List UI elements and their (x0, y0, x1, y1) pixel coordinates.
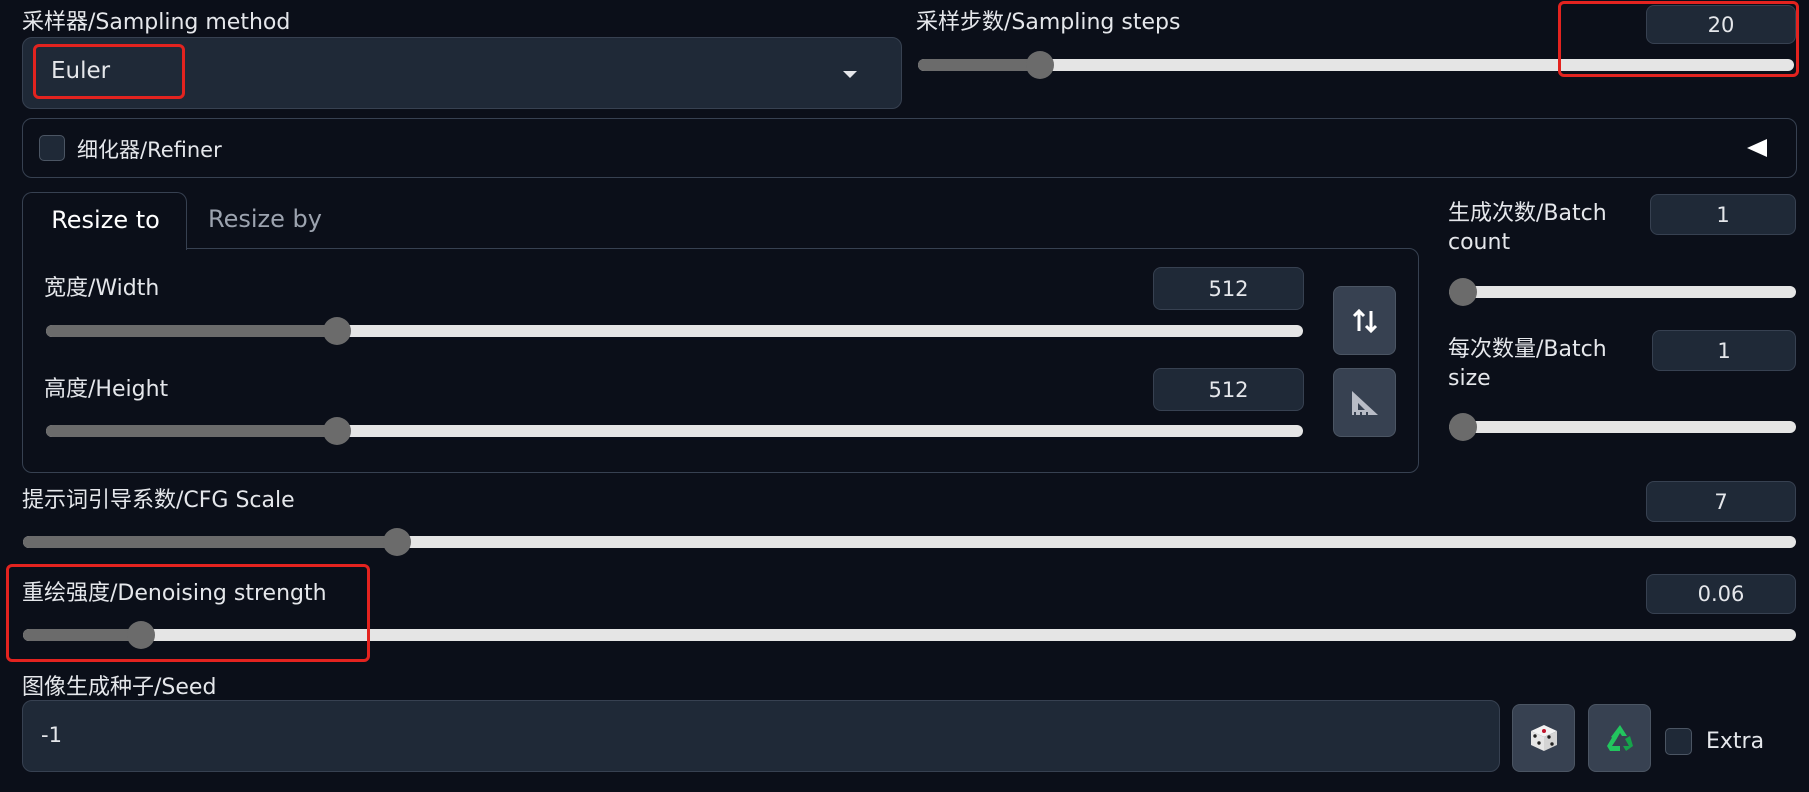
refiner-panel[interactable]: 细化器/Refiner (22, 118, 1797, 178)
aspect-ratio-button[interactable] (1333, 368, 1396, 437)
width-thumb[interactable] (323, 317, 351, 345)
tab-resize-to-label: Resize to (51, 206, 160, 234)
cfg-scale-thumb[interactable] (383, 528, 411, 556)
height-fill (46, 425, 337, 437)
batch-size-label-line2: size (1448, 366, 1491, 391)
batch-size-slider[interactable] (1449, 413, 1796, 441)
sampling-steps-thumb[interactable] (1026, 51, 1054, 79)
sampling-method-label: 采样器/Sampling method (22, 10, 291, 35)
set-square-icon (1351, 390, 1378, 415)
batch-size-label-line1: 每次数量/Batch (1448, 337, 1607, 362)
batch-count-label-line1: 生成次数/Batch (1448, 201, 1607, 226)
highlight-box-steps (1558, 1, 1799, 77)
seed-input[interactable]: -1 (22, 700, 1500, 772)
denoising-strength-input[interactable]: 0.06 (1646, 574, 1796, 614)
cfg-scale-label: 提示词引导系数/CFG Scale (22, 488, 295, 513)
caret-down-icon (843, 71, 857, 78)
tab-resize-to[interactable]: Resize to (22, 192, 187, 250)
highlight-box-sampler (33, 44, 185, 99)
height-input[interactable]: 512 (1153, 368, 1304, 411)
height-slider[interactable] (46, 417, 1303, 445)
swap-vertical-icon (1352, 308, 1377, 333)
batch-count-thumb[interactable] (1449, 278, 1477, 306)
triangle-left-icon[interactable] (1745, 137, 1769, 159)
sampling-steps-fill (918, 59, 1040, 71)
tab-resize-by[interactable]: Resize by (208, 205, 322, 233)
recycle-icon (1606, 725, 1633, 751)
sampling-steps-label: 采样步数/Sampling steps (916, 10, 1181, 35)
batch-count-label-line2: count (1448, 230, 1511, 255)
batch-size-input[interactable]: 1 (1652, 330, 1796, 371)
seed-value: -1 (41, 723, 62, 747)
height-thumb[interactable] (323, 417, 351, 445)
refiner-checkbox[interactable] (39, 135, 65, 161)
extra-checkbox[interactable] (1665, 728, 1692, 755)
batch-size-thumb[interactable] (1449, 413, 1477, 441)
width-fill (46, 325, 337, 337)
reuse-seed-button[interactable] (1588, 704, 1651, 772)
cfg-scale-slider[interactable] (23, 528, 1796, 556)
dice-icon (1530, 725, 1557, 751)
cfg-scale-fill (23, 536, 397, 548)
cfg-scale-input[interactable]: 7 (1646, 481, 1796, 522)
batch-count-slider[interactable] (1449, 278, 1796, 306)
height-label: 高度/Height (44, 377, 169, 402)
width-slider[interactable] (46, 317, 1303, 345)
random-seed-button[interactable] (1512, 704, 1575, 772)
batch-count-input[interactable]: 1 (1650, 194, 1796, 235)
width-input[interactable]: 512 (1153, 267, 1304, 310)
extra-label: Extra (1706, 729, 1765, 754)
refiner-label: 细化器/Refiner (77, 138, 222, 162)
seed-label: 图像生成种子/Seed (22, 675, 217, 700)
swap-dimensions-button[interactable] (1333, 286, 1396, 355)
highlight-box-denoising (6, 564, 370, 662)
width-label: 宽度/Width (44, 276, 160, 301)
